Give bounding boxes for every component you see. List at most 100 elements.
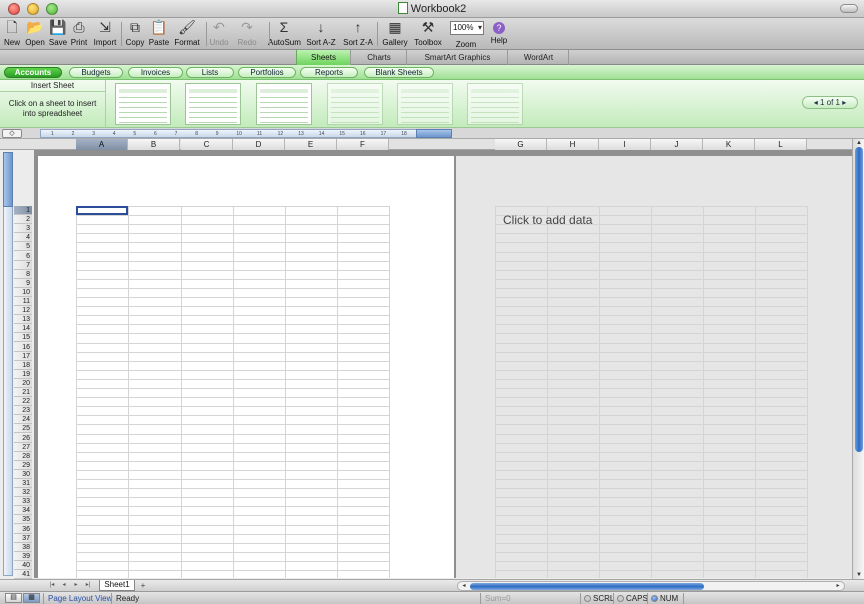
- last-sheet-icon[interactable]: ▸|: [83, 581, 93, 590]
- ribbon-tab-charts[interactable]: Charts: [352, 50, 407, 65]
- row-header-18[interactable]: 18: [14, 360, 32, 370]
- zoom-select[interactable]: 100%: [450, 21, 484, 35]
- category-tab-reports[interactable]: Reports: [300, 67, 358, 78]
- row-header-23[interactable]: 23: [14, 406, 32, 416]
- sheet-template-thumbnail[interactable]: [115, 83, 171, 125]
- toolbar-sort-z-a-button[interactable]: ↑ Sort Z-A: [342, 19, 374, 47]
- add-sheet-icon[interactable]: +: [138, 581, 148, 590]
- sheet-tab-sheet1[interactable]: Sheet1: [99, 580, 135, 591]
- toolbar-zoom-button[interactable]: 100% Zoom: [450, 19, 484, 49]
- row-header-31[interactable]: 31: [14, 479, 32, 488]
- row-header-27[interactable]: 27: [14, 442, 32, 452]
- row-header-2[interactable]: 2: [14, 215, 32, 225]
- column-header-l[interactable]: L: [755, 139, 807, 150]
- vertical-scroll-thumb[interactable]: [855, 147, 863, 452]
- vertical-scrollbar[interactable]: ▲ ▼: [852, 139, 864, 579]
- row-header-39[interactable]: 39: [14, 551, 32, 561]
- row-header-29[interactable]: 29: [14, 460, 32, 470]
- toolbar-autosum-button[interactable]: Σ AutoSum: [268, 19, 301, 47]
- horizontal-ruler[interactable]: 12345678910111213141516171819: [40, 129, 450, 138]
- vertical-ruler-margin-marker[interactable]: [3, 152, 13, 207]
- row-header-17[interactable]: 17: [14, 351, 32, 361]
- row-header-6[interactable]: 6: [14, 251, 32, 261]
- scroll-down-icon[interactable]: ▼: [854, 571, 864, 579]
- column-header-i[interactable]: I: [599, 139, 651, 150]
- row-header-16[interactable]: 16: [14, 342, 32, 352]
- category-tab-invoices[interactable]: Invoices: [128, 67, 183, 78]
- row-header-24[interactable]: 24: [14, 415, 32, 425]
- category-tab-lists[interactable]: Lists: [186, 67, 234, 78]
- row-header-21[interactable]: 21: [14, 388, 32, 397]
- row-header-4[interactable]: 4: [14, 233, 32, 243]
- category-tab-accounts[interactable]: Accounts: [4, 67, 62, 78]
- page-layout-view-icon[interactable]: ▦: [23, 593, 40, 603]
- sheet-template-thumbnail[interactable]: [327, 83, 383, 125]
- row-header-40[interactable]: 40: [14, 560, 32, 570]
- toolbar-sort-a-z-button[interactable]: ↓ Sort A-Z: [305, 19, 337, 47]
- row-header-26[interactable]: 26: [14, 433, 32, 443]
- column-header-e[interactable]: E: [285, 139, 337, 150]
- row-header-35[interactable]: 35: [14, 515, 32, 525]
- toolbar-help-button[interactable]: ? Help: [483, 19, 515, 45]
- row-header-15[interactable]: 15: [14, 333, 32, 343]
- sheet-template-thumbnail[interactable]: [397, 83, 453, 125]
- row-header-14[interactable]: 14: [14, 324, 32, 334]
- row-header-19[interactable]: 19: [14, 369, 32, 379]
- row-header-5[interactable]: 5: [14, 242, 32, 252]
- sheet-template-thumbnail[interactable]: [256, 83, 312, 125]
- toolbar-redo-button[interactable]: ↷ Redo: [231, 19, 263, 47]
- toolbar-format-button[interactable]: 🖌 Format: [171, 19, 203, 47]
- row-header-41[interactable]: 41: [14, 570, 32, 579]
- column-header-h[interactable]: H: [547, 139, 599, 150]
- vertical-ruler[interactable]: [3, 152, 13, 576]
- row-header-30[interactable]: 30: [14, 469, 32, 479]
- ribbon-tab-wordart[interactable]: WordArt: [509, 50, 569, 65]
- row-header-3[interactable]: 3: [14, 224, 32, 234]
- column-header-j[interactable]: J: [651, 139, 703, 150]
- scroll-right-icon[interactable]: ▸: [833, 582, 843, 591]
- horizontal-scrollbar[interactable]: ◂ ▸: [457, 581, 845, 591]
- row-header-34[interactable]: 34: [14, 506, 32, 516]
- horizontal-scroll-thumb[interactable]: [470, 583, 704, 590]
- row-header-36[interactable]: 36: [14, 524, 32, 534]
- normal-view-icon[interactable]: ▤: [5, 593, 22, 603]
- row-header-9[interactable]: 9: [14, 278, 32, 288]
- column-header-b[interactable]: B: [128, 139, 180, 150]
- row-header-33[interactable]: 33: [14, 497, 32, 507]
- row-header-13[interactable]: 13: [14, 315, 32, 325]
- ruler-toggle-icon[interactable]: ◇: [2, 129, 22, 138]
- column-header-f[interactable]: F: [337, 139, 389, 150]
- column-header-g[interactable]: G: [495, 139, 547, 150]
- category-tab-blank-sheets[interactable]: Blank Sheets: [364, 67, 434, 78]
- active-cell-a1[interactable]: [76, 206, 128, 215]
- first-sheet-icon[interactable]: |◂: [47, 581, 57, 590]
- ribbon-tab-smartart-graphics[interactable]: SmartArt Graphics: [408, 50, 508, 65]
- toolbar-gallery-button[interactable]: ▦ Gallery: [379, 19, 411, 47]
- row-header-25[interactable]: 25: [14, 424, 32, 434]
- row-header-28[interactable]: 28: [14, 451, 32, 461]
- ribbon-tab-sheets[interactable]: Sheets: [296, 50, 351, 65]
- column-header-c[interactable]: C: [181, 139, 233, 150]
- scroll-up-icon[interactable]: ▲: [854, 139, 864, 147]
- ruler-margin-marker[interactable]: [416, 129, 452, 138]
- row-header-11[interactable]: 11: [14, 297, 32, 306]
- row-header-32[interactable]: 32: [14, 488, 32, 498]
- sheet-template-thumbnail[interactable]: [185, 83, 241, 125]
- toolbar-toggle-button[interactable]: [840, 4, 858, 13]
- column-header-a[interactable]: A: [76, 139, 128, 150]
- row-header-8[interactable]: 8: [14, 269, 32, 279]
- click-to-add-data-placeholder[interactable]: Click to add data: [503, 213, 592, 227]
- scroll-left-icon[interactable]: ◂: [459, 582, 469, 591]
- row-header-37[interactable]: 37: [14, 533, 32, 543]
- pager-next-icon[interactable]: ▸: [840, 98, 846, 107]
- gallery-pager[interactable]: ◂ 1 of 1 ▸: [802, 96, 858, 109]
- row-header-22[interactable]: 22: [14, 397, 32, 407]
- prev-sheet-icon[interactable]: ◂: [59, 581, 69, 590]
- toolbar-import-button[interactable]: ⇲ Import: [89, 19, 121, 47]
- row-header-7[interactable]: 7: [14, 260, 32, 270]
- row-header-38[interactable]: 38: [14, 542, 32, 552]
- sheet-template-thumbnail[interactable]: [467, 83, 523, 125]
- toolbar-toolbox-button[interactable]: ⚒ Toolbox: [412, 19, 444, 47]
- category-tab-budgets[interactable]: Budgets: [69, 67, 123, 78]
- row-header-20[interactable]: 20: [14, 378, 32, 388]
